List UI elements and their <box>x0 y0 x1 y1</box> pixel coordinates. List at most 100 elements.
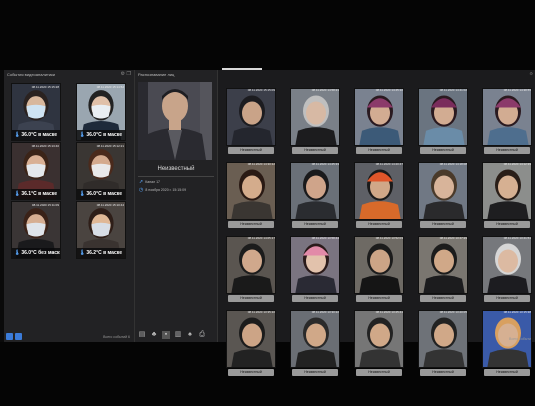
face-card[interactable]: 08.11.2020 13:15:38 Неизвестный <box>482 310 532 380</box>
face-card[interactable]: 08.11.2020 14:18:08 Неизвестный <box>418 162 468 232</box>
thermometer-filter-icon[interactable] <box>6 333 13 340</box>
user-icon[interactable]: ♠ <box>186 331 194 339</box>
face-time: 08.11.2020 13:58:44 <box>311 236 339 240</box>
face-time: 08.11.2020 14:38:55 <box>503 88 531 92</box>
thermometer-icon: 🌡 <box>14 250 21 256</box>
divider <box>138 176 214 177</box>
face-photo <box>354 88 404 146</box>
face-card[interactable]: 08.11.2020 14:30:12 Неизвестный <box>226 162 276 232</box>
recognized-face-photo[interactable] <box>138 82 212 160</box>
gear-icon[interactable]: ⚙ <box>121 71 125 77</box>
face-time: 08.11.2020 14:41:02 <box>439 88 467 92</box>
face-card[interactable]: 08.11.2020 14:38:55 Неизвестный <box>482 88 532 158</box>
event-card[interactable]: 08.11.2020 15:15:28 🌡36.0°C в маске <box>11 83 61 141</box>
event-card[interactable]: 08.11.2020 15:14:52 🌡36.0°C в маске <box>76 83 126 141</box>
thermometer-icon: 🌡 <box>79 250 86 256</box>
channel-info: ➚ Канал 17 <box>139 179 160 185</box>
event-time: 08.11.2020 15:14:52 <box>96 85 124 89</box>
event-card[interactable]: 08.11.2020 15:12:21 🌡36.0°C в маске <box>76 142 126 200</box>
face-card[interactable]: 08.11.2020 14:25:33 Неизвестный <box>290 162 340 232</box>
face-card[interactable]: 08.11.2020 13:20:05 Неизвестный <box>418 310 468 380</box>
face-time: 08.11.2020 14:45:10 <box>375 88 403 92</box>
face-card[interactable]: 08.11.2020 13:25:41 Неизвестный <box>354 310 404 380</box>
temperature-badge: 🌡36.2°C в маске <box>77 248 125 258</box>
face-recognition-panel: Распознавание лиц Неизвестный ➚ Канал 17 … <box>135 70 218 342</box>
temperature-badge: 🌡36.0°C без маски <box>12 248 60 258</box>
face-card[interactable]: 08.11.2020 13:47:29 Неизвестный <box>418 236 468 306</box>
face-label: Неизвестный <box>484 295 530 302</box>
toolbar: ▤ ♣ ▪ ▥ ♠ ⎙ <box>138 329 214 339</box>
face-photo <box>226 310 276 368</box>
temperature-text: 36.0°C в маске <box>21 132 58 138</box>
temperature-text: 36.1°C в маске <box>21 191 58 197</box>
face-photo <box>418 162 468 220</box>
temperature-text: 36.0°C в маске <box>86 132 123 138</box>
face-photo <box>226 88 276 146</box>
face-card[interactable]: 08.11.2020 13:35:10 Неизвестный <box>226 310 276 380</box>
date-info: ◷ 8 ноября 2020 г. 15:15:09 <box>139 187 187 193</box>
face-label: Неизвестный <box>356 147 402 154</box>
face-card[interactable]: 08.11.2020 13:52:03 Неизвестный <box>354 236 404 306</box>
face-label: Неизвестный <box>484 147 530 154</box>
clock-icon: ◷ <box>139 187 144 193</box>
archive-icon[interactable]: ▤ <box>138 331 146 339</box>
top-black-bar <box>0 0 535 70</box>
face-photo <box>418 88 468 146</box>
face-time: 08.11.2020 13:41:51 <box>503 236 531 240</box>
add-person-icon[interactable]: ♣ <box>150 331 158 339</box>
thermometer-icon: 🌡 <box>79 191 86 197</box>
event-card[interactable]: 08.11.2020 15:11:09 🌡36.0°C без маски <box>11 201 61 259</box>
face-photo <box>290 88 340 146</box>
face-label: Неизвестный <box>356 221 402 228</box>
face-label: Неизвестный <box>420 147 466 154</box>
face-time: 08.11.2020 13:47:29 <box>439 236 467 240</box>
event-card[interactable]: 08.11.2020 15:13:40 🌡36.1°C в маске <box>11 142 61 200</box>
face-card[interactable]: 08.11.2020 13:30:22 Неизвестный <box>290 310 340 380</box>
grid-total: Всего событи <box>509 337 531 341</box>
face-photo <box>226 236 276 294</box>
temperature-text: 36.0°C без маски <box>21 250 61 256</box>
face-label: Неизвестный <box>228 369 274 376</box>
temperature-text: 36.0°C в маске <box>86 191 123 197</box>
event-time: 08.11.2020 15:10:44 <box>96 203 124 207</box>
face-card[interactable]: 08.11.2020 14:58:21 Неизвестный <box>290 88 340 158</box>
face-card[interactable]: 08.11.2020 13:58:44 Неизвестный <box>290 236 340 306</box>
face-time: 08.11.2020 14:05:17 <box>247 236 275 240</box>
face-card[interactable]: 08.11.2020 14:45:10 Неизвестный <box>354 88 404 158</box>
face-photo <box>290 236 340 294</box>
face-photo <box>482 236 532 294</box>
temperature-badge: 🌡36.0°C в маске <box>77 189 125 199</box>
face-card[interactable]: 08.11.2020 13:41:51 Неизвестный <box>482 236 532 306</box>
thermometer-icon: 🌡 <box>79 132 86 138</box>
event-card[interactable]: 08.11.2020 15:10:44 🌡36.2°C в маске <box>76 201 126 259</box>
face-label: Неизвестный <box>292 369 338 376</box>
face-photo <box>418 236 468 294</box>
face-time: 08.11.2020 14:30:12 <box>247 162 275 166</box>
face-photo <box>354 236 404 294</box>
face-time: 08.11.2020 14:18:08 <box>439 162 467 166</box>
face-filter-icon[interactable] <box>15 333 22 340</box>
face-photo <box>482 88 532 146</box>
face-time: 08.11.2020 14:25:33 <box>311 162 339 166</box>
events-total: Всего событий 6 <box>103 335 130 339</box>
temperature-text: 36.2°C в маске <box>86 250 123 256</box>
filter-icon[interactable]: ▪ <box>162 331 170 339</box>
face-time: 08.11.2020 13:15:38 <box>503 310 531 314</box>
camera-icon: ➚ <box>139 179 144 185</box>
export-icon[interactable]: ⎙ <box>198 331 206 339</box>
face-card[interactable]: 08.11.2020 14:12:39 Неизвестный <box>482 162 532 232</box>
faces-grid-panel: ⚙ 08.11.2020 15:15:09 Неизвестный 08.11.… <box>218 70 535 376</box>
face-card[interactable]: 08.11.2020 14:20:47 Неизвестный <box>354 162 404 232</box>
face-card[interactable]: 08.11.2020 14:41:02 Неизвестный <box>418 88 468 158</box>
event-time: 08.11.2020 15:11:09 <box>31 203 59 207</box>
face-card[interactable]: 08.11.2020 14:05:17 Неизвестный <box>226 236 276 306</box>
gear-icon[interactable]: ⚙ <box>529 71 533 76</box>
thermometer-icon: 🌡 <box>14 132 21 138</box>
temperature-badge: 🌡36.1°C в маске <box>12 189 60 199</box>
event-time: 08.11.2020 15:15:28 <box>31 85 59 89</box>
gallery-icon[interactable]: ▥ <box>174 331 182 339</box>
panel-title: События видеоаналитики <box>7 72 56 77</box>
face-label: Неизвестный <box>420 221 466 228</box>
face-card[interactable]: 08.11.2020 15:15:09 Неизвестный <box>226 88 276 158</box>
window-icon[interactable]: ❐ <box>127 71 131 77</box>
